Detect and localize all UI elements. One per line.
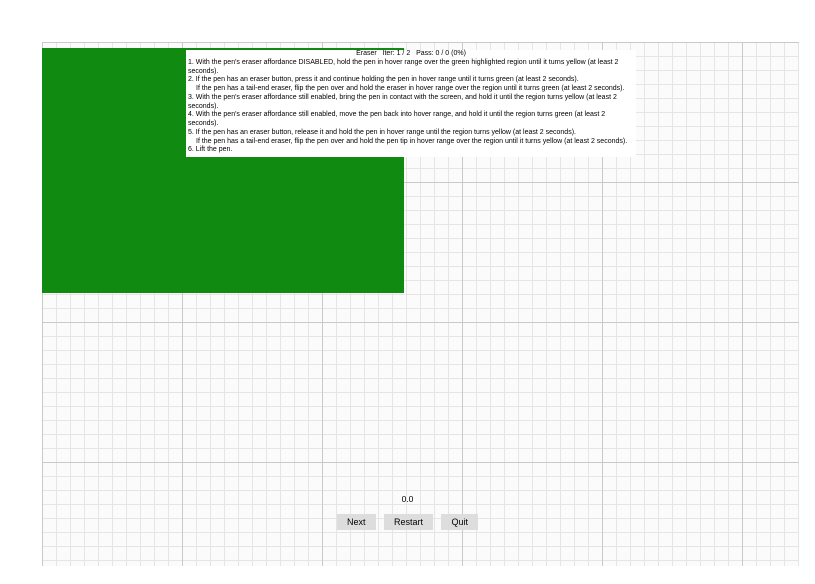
readout-value: 0.0 xyxy=(402,494,414,504)
instruction-line: If the pen has a tail-end eraser, flip t… xyxy=(188,138,634,147)
instruction-line: 1. With the pen's eraser affordance DISA… xyxy=(188,59,634,77)
instruction-line: 6. Lift the pen. xyxy=(188,146,634,155)
pass-total: 0 xyxy=(445,50,449,57)
pass-current: 0 xyxy=(436,50,440,57)
instructions-panel: Eraser Iter: 1 / 2 Pass: 0 / 0 (0%) 1. W… xyxy=(186,50,636,157)
next-button[interactable]: Next xyxy=(337,514,376,530)
button-row: Next Restart Quit xyxy=(0,512,815,530)
instruction-line: 5. If the pen has an eraser button, rele… xyxy=(188,129,634,138)
restart-button[interactable]: Restart xyxy=(384,514,433,530)
iter-label: Iter: xyxy=(383,50,395,57)
iter-total: 2 xyxy=(406,50,410,57)
instruction-line: 4. With the pen's eraser affordance stil… xyxy=(188,111,634,129)
instruction-line: 2. If the pen has an eraser button, pres… xyxy=(188,76,634,85)
test-name: Eraser xyxy=(356,50,377,57)
iter-current: 1 xyxy=(397,50,401,57)
test-stage: Eraser Iter: 1 / 2 Pass: 0 / 0 (0%) 1. W… xyxy=(0,0,815,584)
pass-label: Pass: xyxy=(416,50,434,57)
quit-button[interactable]: Quit xyxy=(441,514,478,530)
pass-pct: (0%) xyxy=(451,50,466,57)
value-readout: 0.0 xyxy=(0,494,815,504)
instructions-header: Eraser Iter: 1 / 2 Pass: 0 / 0 (0%) xyxy=(188,50,634,59)
instruction-line: 3. With the pen's eraser affordance stil… xyxy=(188,94,634,112)
instruction-line: If the pen has a tail-end eraser, flip t… xyxy=(188,85,634,94)
